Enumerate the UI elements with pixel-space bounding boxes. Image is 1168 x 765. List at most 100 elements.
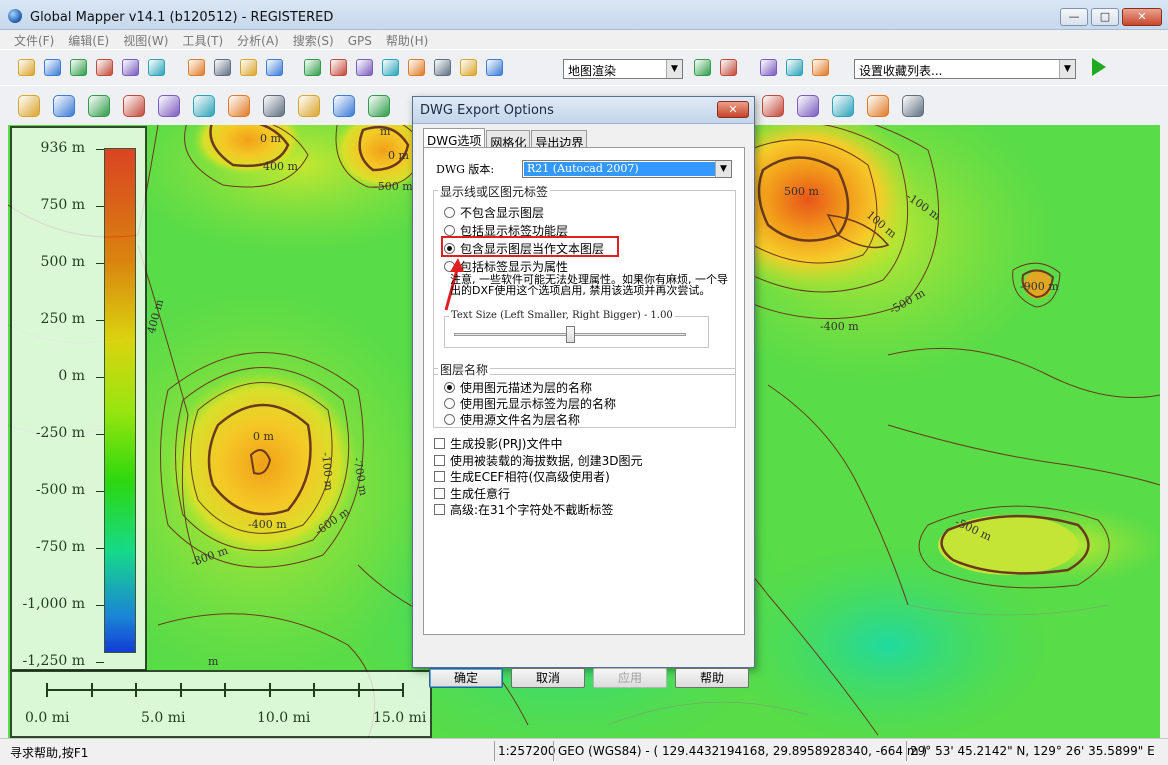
layers-button[interactable] bbox=[118, 55, 143, 80]
path-icon bbox=[434, 59, 451, 76]
help-button[interactable]: 帮助 bbox=[675, 668, 749, 688]
menu-file[interactable]: 文件(F) bbox=[0, 30, 61, 49]
apply-button[interactable]: 应用 bbox=[593, 668, 667, 688]
chevron-down-icon: ▼ bbox=[1059, 60, 1075, 78]
layers-icon bbox=[122, 59, 139, 76]
legend-label: 500 m bbox=[40, 254, 85, 270]
scale-label: 0.0 mi bbox=[25, 710, 70, 726]
line-edit-button[interactable] bbox=[327, 91, 361, 121]
menu-edit[interactable]: 编辑(E) bbox=[61, 30, 116, 49]
menu-analysis[interactable]: 分析(A) bbox=[230, 30, 286, 49]
title-bar: Global Mapper v14.1 (b120512) - REGISTER… bbox=[0, 0, 1168, 30]
slider-thumb[interactable] bbox=[566, 326, 575, 343]
scale-tick bbox=[357, 683, 360, 697]
compass-button[interactable] bbox=[808, 55, 833, 80]
close-window-button[interactable]: ✕ bbox=[1122, 8, 1162, 26]
minimize-button[interactable]: — bbox=[1060, 8, 1088, 26]
text-size-slider[interactable] bbox=[446, 318, 706, 348]
menu-view[interactable]: 视图(W) bbox=[116, 30, 175, 49]
checkbox-control bbox=[434, 471, 445, 482]
measure-button[interactable] bbox=[352, 55, 377, 80]
menu-tools[interactable]: 工具(T) bbox=[175, 30, 230, 49]
move-button[interactable] bbox=[222, 91, 256, 121]
line-feature-button[interactable] bbox=[47, 91, 81, 121]
shape-button[interactable] bbox=[791, 91, 825, 121]
profile-button[interactable] bbox=[404, 55, 429, 80]
render-combo[interactable]: 地图渲染 ▼ bbox=[563, 59, 683, 79]
zoom-full-button[interactable] bbox=[236, 55, 261, 80]
save-button[interactable] bbox=[40, 55, 65, 80]
point-feature-button[interactable] bbox=[82, 91, 116, 121]
reshape-button[interactable] bbox=[861, 91, 895, 121]
open-icon bbox=[18, 59, 35, 76]
dialog-title: DWG Export Options bbox=[420, 103, 554, 118]
code-button[interactable] bbox=[187, 91, 221, 121]
checkbox-control bbox=[434, 455, 445, 466]
dwg-version-select[interactable]: R21 (Autocad 2007) ▼ bbox=[522, 160, 732, 178]
checkbox-control bbox=[434, 488, 445, 499]
render-combo-value: 地图渲染 bbox=[568, 64, 617, 78]
zoom-out-button[interactable] bbox=[210, 55, 235, 80]
grid-button[interactable] bbox=[257, 91, 291, 121]
checkbox-ecef[interactable]: 生成ECEF相符(仅高级使用者) bbox=[434, 468, 610, 485]
split-button[interactable] bbox=[756, 91, 790, 121]
status-bar: 寻求帮助,按F1 1:257200 GEO (WGS84) - ( 129.44… bbox=[0, 738, 1168, 765]
run-button[interactable] bbox=[1087, 55, 1111, 79]
chevron-down-icon: ▼ bbox=[715, 161, 731, 177]
radio-layer-by-filename[interactable]: 使用源文件名为层名称 bbox=[444, 411, 580, 428]
undo-button[interactable] bbox=[826, 91, 860, 121]
draw-button[interactable] bbox=[456, 55, 481, 80]
checkbox-control bbox=[434, 438, 445, 449]
maximize-button[interactable]: □ bbox=[1091, 8, 1119, 26]
path-button[interactable] bbox=[430, 55, 455, 80]
menu-help[interactable]: 帮助(H) bbox=[379, 30, 435, 49]
feature-tool-button[interactable] bbox=[362, 91, 396, 121]
cancel-button[interactable]: 取消 bbox=[511, 668, 585, 688]
checkbox-create-3d[interactable]: 使用被装载的海拔数据, 创建3D图元 bbox=[434, 452, 643, 469]
checkbox-no-truncate[interactable]: 高级:在31个字符处不截断标签 bbox=[434, 501, 613, 518]
scale-tick bbox=[402, 683, 404, 697]
radio-layer-by-description[interactable]: 使用图元描述为层的名称 bbox=[444, 379, 592, 396]
radio-control bbox=[444, 414, 455, 425]
menu-gps[interactable]: GPS bbox=[341, 32, 379, 48]
legend-label: -1,250 m bbox=[22, 653, 85, 669]
overlay-button[interactable] bbox=[782, 55, 807, 80]
digitizer-button[interactable] bbox=[756, 55, 781, 80]
reshape-icon bbox=[867, 95, 889, 117]
home-button[interactable] bbox=[262, 55, 287, 80]
dialog-close-button[interactable]: ✕ bbox=[717, 101, 749, 118]
open-button[interactable] bbox=[14, 55, 39, 80]
point-move-button[interactable] bbox=[292, 91, 326, 121]
radio-control bbox=[444, 398, 455, 409]
area-feature-button[interactable] bbox=[12, 91, 46, 121]
config-button[interactable] bbox=[144, 55, 169, 80]
radio-layer-by-label[interactable]: 使用图元显示标签为层的名称 bbox=[444, 395, 616, 412]
pan-icon bbox=[330, 59, 347, 76]
radio-control bbox=[444, 382, 455, 393]
3d-view-icon bbox=[720, 59, 737, 76]
home-icon bbox=[266, 59, 283, 76]
scale-label: 10.0 mi bbox=[257, 710, 311, 726]
3d-view-button[interactable] bbox=[716, 55, 741, 80]
catalog-button[interactable] bbox=[92, 55, 117, 80]
vertex-button[interactable] bbox=[117, 91, 151, 121]
contour-label: 0 m bbox=[260, 132, 281, 145]
menu-search[interactable]: 搜索(S) bbox=[286, 30, 341, 49]
ok-button[interactable]: 确定 bbox=[429, 668, 503, 688]
select-button[interactable] bbox=[300, 55, 325, 80]
edit-feature-button[interactable] bbox=[152, 91, 186, 121]
checkbox-any-line[interactable]: 生成任意行 bbox=[434, 485, 510, 502]
radio-no-display-layer[interactable]: 不包含显示图层 bbox=[444, 204, 544, 221]
pan-button[interactable] bbox=[326, 55, 351, 80]
shader-button[interactable] bbox=[690, 55, 715, 80]
undo-icon bbox=[832, 95, 854, 117]
redo-icon bbox=[902, 95, 924, 117]
info-button[interactable] bbox=[378, 55, 403, 80]
favorites-combo[interactable]: 设置收藏列表... ▼ bbox=[854, 59, 1076, 79]
globe-button[interactable] bbox=[66, 55, 91, 80]
zoom-in-button[interactable] bbox=[184, 55, 209, 80]
layer-name-group-title: 图层名称 bbox=[438, 361, 491, 378]
redo-button[interactable] bbox=[896, 91, 930, 121]
binoculars-button[interactable] bbox=[482, 55, 507, 80]
checkbox-generate-prj[interactable]: 生成投影(PRJ)文件中 bbox=[434, 435, 562, 452]
